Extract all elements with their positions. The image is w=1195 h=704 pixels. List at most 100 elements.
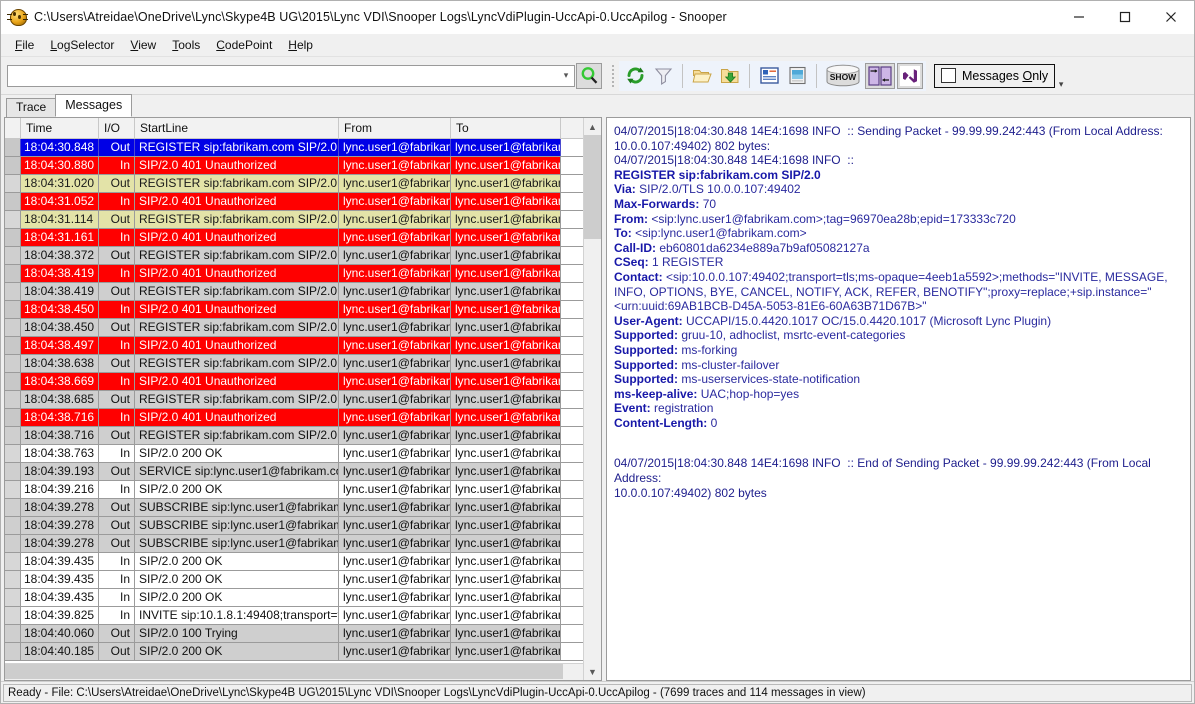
row-select-cell[interactable] xyxy=(5,571,21,588)
row-select-cell[interactable] xyxy=(5,229,21,246)
row-select-cell[interactable] xyxy=(5,265,21,282)
menu-view[interactable]: View xyxy=(122,36,164,54)
table-row[interactable]: 18:04:31.020 Out REGISTER sip:fabrikam.com… xyxy=(5,175,583,193)
table-row[interactable]: 18:04:31.052 In SIP/2.0 401 Unauthorized ly… xyxy=(5,193,583,211)
menu-codepoint[interactable]: CodePoint xyxy=(208,36,280,54)
open-folder-icon[interactable] xyxy=(689,63,715,89)
vscroll-thumb[interactable] xyxy=(584,135,601,239)
toolbar-gripper[interactable] xyxy=(611,63,615,88)
grid-vscrollbar[interactable]: ▲ ▼ xyxy=(583,118,601,680)
search-combo[interactable]: ▾ xyxy=(7,64,575,87)
row-select-cell[interactable] xyxy=(5,283,21,300)
col-to[interactable]: To xyxy=(451,118,561,138)
checkbox-box[interactable] xyxy=(941,68,956,83)
table-row[interactable]: 18:04:38.716 In SIP/2.0 401 Unauthorized ly… xyxy=(5,409,583,427)
col-select[interactable] xyxy=(5,118,21,138)
row-select-cell[interactable] xyxy=(5,463,21,480)
visual-studio-icon[interactable] xyxy=(897,62,923,89)
table-row[interactable]: 18:04:38.763 In SIP/2.0 200 OK lync.user1@f… xyxy=(5,445,583,463)
notes-icon[interactable] xyxy=(784,63,810,89)
table-row[interactable]: 18:04:39.825 In INVITE sip:10.1.8.1:49408;… xyxy=(5,607,583,625)
row-select-cell[interactable] xyxy=(5,445,21,462)
col-from[interactable]: From xyxy=(339,118,451,138)
row-select-cell[interactable] xyxy=(5,373,21,390)
save-folder-icon[interactable] xyxy=(717,63,743,89)
table-row[interactable]: 18:04:38.638 Out REGISTER sip:fabrikam.com… xyxy=(5,355,583,373)
row-select-cell[interactable] xyxy=(5,211,21,228)
scroll-up-icon[interactable]: ▲ xyxy=(584,118,601,135)
row-select-cell[interactable] xyxy=(5,517,21,534)
report-icon[interactable] xyxy=(756,63,782,89)
table-row[interactable]: 18:04:38.716 Out REGISTER sip:fabrikam.com… xyxy=(5,427,583,445)
col-startline[interactable]: StartLine xyxy=(135,118,339,138)
table-row[interactable]: 18:04:39.435 In SIP/2.0 200 OK lync.user1@f… xyxy=(5,553,583,571)
database-show-icon[interactable]: SHOW xyxy=(823,63,863,89)
maximize-button[interactable] xyxy=(1102,1,1148,33)
table-row[interactable]: 18:04:38.497 In SIP/2.0 401 Unauthorized ly… xyxy=(5,337,583,355)
cell-io: In xyxy=(99,445,135,462)
table-row[interactable]: 18:04:38.669 In SIP/2.0 401 Unauthorized ly… xyxy=(5,373,583,391)
tab-trace[interactable]: Trace xyxy=(6,98,57,117)
table-row[interactable]: 18:04:38.372 Out REGISTER sip:fabrikam.com… xyxy=(5,247,583,265)
search-button[interactable] xyxy=(576,62,602,89)
row-select-cell[interactable] xyxy=(5,409,21,426)
row-select-cell[interactable] xyxy=(5,157,21,174)
minimize-button[interactable] xyxy=(1056,1,1102,33)
row-select-cell[interactable] xyxy=(5,481,21,498)
table-row[interactable]: 18:04:39.278 Out SUBSCRIBE sip:lync.user1@… xyxy=(5,517,583,535)
menu-help[interactable]: Help xyxy=(280,36,321,54)
row-select-cell[interactable] xyxy=(5,535,21,552)
refresh-icon[interactable] xyxy=(622,63,648,89)
row-select-cell[interactable] xyxy=(5,175,21,192)
toolbar-overflow-button[interactable]: ▾ xyxy=(1055,60,1067,92)
row-select-cell[interactable] xyxy=(5,337,21,354)
menu-file[interactable]: File xyxy=(7,36,42,54)
row-select-cell[interactable] xyxy=(5,301,21,318)
row-select-cell[interactable] xyxy=(5,607,21,624)
row-select-cell[interactable] xyxy=(5,247,21,264)
close-button[interactable] xyxy=(1148,1,1194,33)
row-select-cell[interactable] xyxy=(5,625,21,642)
table-row[interactable]: 18:04:40.060 Out SIP/2.0 100 Trying lync.us… xyxy=(5,625,583,643)
table-row[interactable]: 18:04:30.848 Out REGISTER sip:fabrikam.com… xyxy=(5,139,583,157)
messages-only-checkbox[interactable]: Messages Only xyxy=(934,63,1056,88)
table-row[interactable]: 18:04:39.278 Out SUBSCRIBE sip:lync.user1@… xyxy=(5,535,583,553)
table-row[interactable]: 18:04:38.685 Out REGISTER sip:fabrikam.com… xyxy=(5,391,583,409)
filter-icon[interactable] xyxy=(650,63,676,89)
table-row[interactable]: 18:04:39.278 Out SUBSCRIBE sip:lync.user1@… xyxy=(5,499,583,517)
tab-messages[interactable]: Messages xyxy=(55,94,133,117)
col-io[interactable]: I/O xyxy=(99,118,135,138)
table-row[interactable]: 18:04:39.193 Out SERVICE sip:lync.user1@fa… xyxy=(5,463,583,481)
row-select-cell[interactable] xyxy=(5,355,21,372)
vscroll-track[interactable] xyxy=(584,135,601,663)
menu-logselector[interactable]: LogSelector xyxy=(42,36,122,54)
table-row[interactable]: 18:04:31.114 Out REGISTER sip:fabrikam.com… xyxy=(5,211,583,229)
hscroll-thumb[interactable] xyxy=(5,664,563,679)
table-row[interactable]: 18:04:31.161 In SIP/2.0 401 Unauthorized ly… xyxy=(5,229,583,247)
table-row[interactable]: 18:04:39.216 In SIP/2.0 200 OK lync.user1@f… xyxy=(5,481,583,499)
table-row[interactable]: 18:04:38.450 In SIP/2.0 401 Unauthorized ly… xyxy=(5,301,583,319)
menu-tools[interactable]: Tools xyxy=(164,36,208,54)
split-view-icon[interactable] xyxy=(865,62,895,89)
scroll-down-icon[interactable]: ▼ xyxy=(584,663,601,680)
row-select-cell[interactable] xyxy=(5,391,21,408)
table-row[interactable]: 18:04:38.450 Out REGISTER sip:fabrikam.com… xyxy=(5,319,583,337)
table-row[interactable]: 18:04:30.880 In SIP/2.0 401 Unauthorized ly… xyxy=(5,157,583,175)
row-select-cell[interactable] xyxy=(5,427,21,444)
chevron-down-icon[interactable]: ▾ xyxy=(558,71,574,80)
row-select-cell[interactable] xyxy=(5,499,21,516)
message-detail-pane[interactable]: 04/07/2015|18:04:30.848 14E4:1698 INFO :… xyxy=(606,117,1191,681)
table-row[interactable]: 18:04:38.419 Out REGISTER sip:fabrikam.com… xyxy=(5,283,583,301)
table-row[interactable]: 18:04:39.435 In SIP/2.0 200 OK lync.user1@f… xyxy=(5,589,583,607)
row-select-cell[interactable] xyxy=(5,589,21,606)
grid-hscrollbar[interactable] xyxy=(5,663,583,680)
table-row[interactable]: 18:04:39.435 In SIP/2.0 200 OK lync.user1@f… xyxy=(5,571,583,589)
row-select-cell[interactable] xyxy=(5,193,21,210)
table-row[interactable]: 18:04:40.185 Out SIP/2.0 200 OK lync.user1@… xyxy=(5,643,583,661)
row-select-cell[interactable] xyxy=(5,553,21,570)
table-row[interactable]: 18:04:38.419 In SIP/2.0 401 Unauthorized ly… xyxy=(5,265,583,283)
row-select-cell[interactable] xyxy=(5,643,21,660)
row-select-cell[interactable] xyxy=(5,139,21,156)
col-time[interactable]: Time xyxy=(21,118,99,138)
row-select-cell[interactable] xyxy=(5,319,21,336)
